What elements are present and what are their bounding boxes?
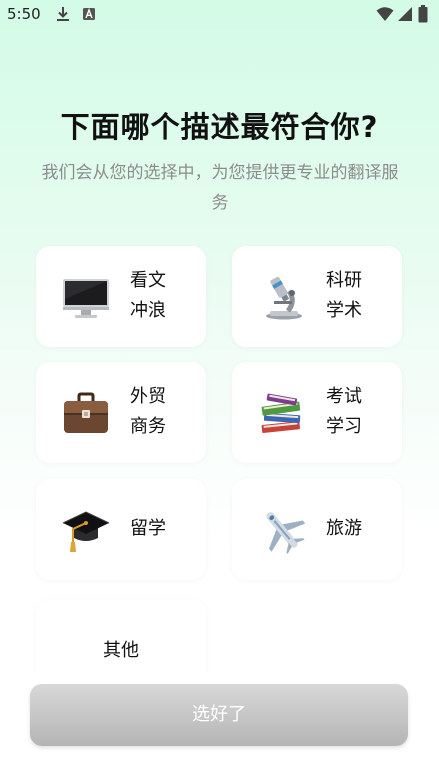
option-label-line2: 商务 [130, 416, 166, 437]
cell-signal-icon [398, 7, 412, 21]
option-label: 看文 冲浪 [130, 266, 180, 326]
option-card-study-abroad[interactable]: 留学 [36, 479, 206, 580]
option-label-line2: 学习 [326, 416, 362, 437]
option-label-line2: 学术 [326, 300, 362, 321]
option-card-business[interactable]: 外贸 商务 [36, 362, 206, 463]
computer-monitor-icon [63, 279, 109, 318]
option-card-travel[interactable]: 旅游 [232, 479, 402, 580]
wifi-icon [376, 7, 394, 21]
option-label: 旅游 [326, 518, 362, 539]
option-card-study[interactable]: 考试 学习 [232, 362, 402, 463]
option-label-line1: 外贸 [130, 386, 166, 407]
page-subtitle: 我们会从您的选择中，为您提供更专业的翻译服务 [41, 163, 399, 213]
microscope-icon [266, 276, 302, 320]
download-icon [57, 7, 69, 21]
status-time: 5:50 [7, 5, 41, 23]
books-icon [261, 393, 301, 433]
confirm-button[interactable]: 选好了 [30, 684, 408, 746]
option-card-research[interactable]: 科研 学术 [232, 246, 402, 347]
option-label: 考试 学习 [326, 382, 376, 442]
option-label: 科研 学术 [326, 266, 376, 326]
status-bar: 5:50 [0, 0, 439, 30]
briefcase-icon [64, 392, 108, 433]
option-label: 其他 [103, 640, 139, 661]
option-label-line1: 考试 [326, 386, 362, 407]
option-label-line2: 冲浪 [130, 300, 166, 321]
option-label-line1: 看文 [130, 270, 166, 291]
font-a-icon [83, 8, 95, 20]
graduation-cap-icon [62, 511, 110, 552]
option-card-browsing[interactable]: 看文 冲浪 [36, 246, 206, 347]
battery-icon [418, 5, 428, 23]
option-label-line1: 科研 [326, 270, 362, 291]
page-title: 下面哪个描述最符合你? [60, 110, 379, 144]
option-label: 外贸 商务 [130, 382, 180, 442]
option-label: 留学 [130, 518, 166, 539]
airplane-icon [266, 512, 306, 554]
